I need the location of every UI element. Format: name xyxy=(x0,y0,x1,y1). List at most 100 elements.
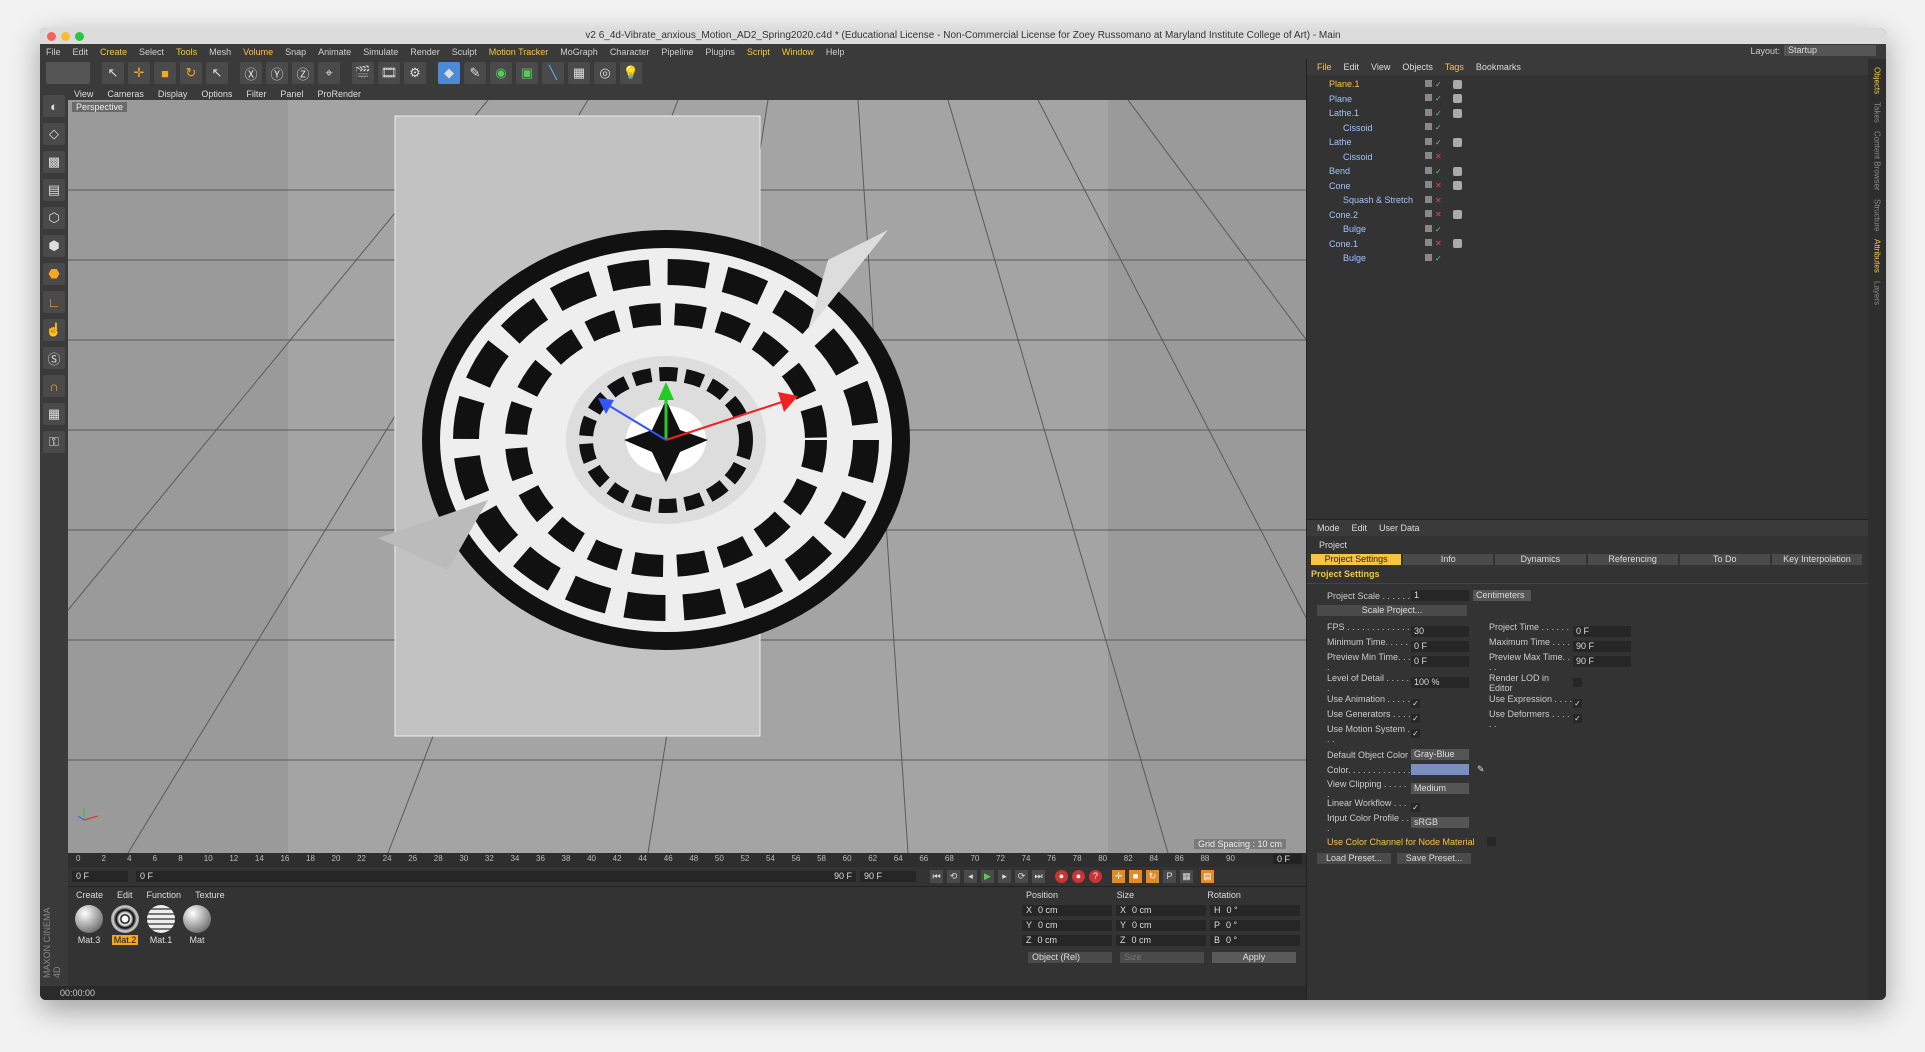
lock-workplane-icon[interactable]: ⚿ xyxy=(43,431,65,453)
grid-icon[interactable]: ▦ xyxy=(43,403,65,425)
y-axis-icon[interactable]: Ⓨ xyxy=(266,62,288,84)
workplane-icon[interactable]: ▤ xyxy=(43,179,65,201)
object-menu-bookmarks[interactable]: Bookmarks xyxy=(1476,62,1521,72)
maximum-time-field[interactable]: 90 F xyxy=(1573,641,1631,652)
keyframe-selection-icon[interactable]: ? xyxy=(1089,869,1102,883)
object-row[interactable]: Cissoid ✓ xyxy=(1317,121,1868,136)
step-forward-icon[interactable]: ▸ xyxy=(998,869,1011,883)
record-scale-icon[interactable]: ■ xyxy=(1129,869,1142,883)
tab-project-settings[interactable]: Project Settings xyxy=(1311,554,1402,565)
points-mode-icon[interactable]: ⬡ xyxy=(43,207,65,229)
zoom-window-button[interactable] xyxy=(75,32,84,41)
menu-item-volume[interactable]: Volume xyxy=(243,47,273,57)
layer-swatch[interactable] xyxy=(1425,94,1432,102)
viewport-3d[interactable]: Perspective Grid Spacing : 10 cm xyxy=(68,100,1306,853)
tweak-icon[interactable]: ☝ xyxy=(43,319,65,341)
linear-workflow-checkbox[interactable]: ✓ xyxy=(1411,803,1420,812)
eyedropper-icon[interactable]: ✎ xyxy=(1477,764,1485,775)
current-frame-field[interactable]: 0 F xyxy=(1272,854,1302,864)
menu-item-script[interactable]: Script xyxy=(747,47,770,57)
material-tag-icon[interactable] xyxy=(1453,181,1462,191)
object-row[interactable]: Cissoid ✕ xyxy=(1317,150,1868,165)
tab-referencing[interactable]: Referencing xyxy=(1587,554,1678,565)
object-menu-edit[interactable]: Edit xyxy=(1344,62,1360,72)
menu-item-file[interactable]: File xyxy=(46,47,61,57)
layer-swatch[interactable] xyxy=(1425,195,1432,203)
record-pla-icon[interactable]: ▦ xyxy=(1180,869,1193,883)
menu-item-tools[interactable]: Tools xyxy=(176,47,197,57)
material-item[interactable]: Mat.1 xyxy=(146,905,176,945)
layer-swatch[interactable] xyxy=(1425,253,1432,261)
object-row[interactable]: Lathe ✓ xyxy=(1317,135,1868,150)
object-row[interactable]: Cone.1 ✕ xyxy=(1317,237,1868,252)
object-row[interactable]: Plane.1 ✓ xyxy=(1317,77,1868,92)
layer-swatch[interactable] xyxy=(1425,224,1432,232)
fps-field[interactable]: 30 xyxy=(1411,626,1469,637)
minimum-time-field[interactable]: 0 F xyxy=(1411,641,1469,652)
side-tab-structure[interactable]: Structure xyxy=(1873,199,1882,231)
record-position-icon[interactable]: ✛ xyxy=(1112,869,1125,883)
size-mode-dropdown[interactable]: Size xyxy=(1120,952,1204,963)
layer-swatch[interactable] xyxy=(1425,79,1432,87)
layer-swatch[interactable] xyxy=(1425,239,1432,247)
material-tag-icon[interactable] xyxy=(1453,210,1462,220)
menu-item-plugins[interactable]: Plugins xyxy=(705,47,735,57)
object-row[interactable]: Bend ✓ xyxy=(1317,164,1868,179)
scheme-settings-icon[interactable]: ▤ xyxy=(1201,869,1214,883)
disabled-x-icon[interactable]: ✕ xyxy=(1435,181,1442,190)
layer-swatch[interactable] xyxy=(1425,181,1432,189)
view-clipping-dropdown[interactable]: Medium xyxy=(1411,783,1469,794)
viewport-menu-display[interactable]: Display xyxy=(158,89,188,99)
material-menu-texture[interactable]: Texture xyxy=(195,890,225,900)
lod-field[interactable]: 100 % xyxy=(1411,677,1469,688)
default-object-color-dropdown[interactable]: Gray-Blue xyxy=(1411,749,1469,760)
autokey-icon[interactable]: ● xyxy=(1072,869,1085,883)
viewport-menu-cameras[interactable]: Cameras xyxy=(107,89,144,99)
input-color-profile-dropdown[interactable]: sRGB xyxy=(1411,817,1469,828)
material-tag-icon[interactable] xyxy=(1453,166,1462,176)
material-tag-icon[interactable] xyxy=(1453,239,1462,249)
object-row[interactable]: Bulge ✓ xyxy=(1317,222,1868,237)
side-tab-objects[interactable]: Objects xyxy=(1873,67,1882,94)
close-window-button[interactable] xyxy=(47,32,56,41)
material-item[interactable]: Mat.3 xyxy=(74,905,104,945)
size-x-field[interactable]: X 0 cm xyxy=(1116,905,1206,916)
object-row[interactable]: Lathe.1 ✓ xyxy=(1317,106,1868,121)
enabled-check-icon[interactable]: ✓ xyxy=(1435,109,1442,118)
menu-item-mograph[interactable]: MoGraph xyxy=(560,47,598,57)
tab-to-do[interactable]: To Do xyxy=(1679,554,1770,565)
enabled-check-icon[interactable]: ✓ xyxy=(1435,123,1442,132)
viewport-menu-filter[interactable]: Filter xyxy=(246,89,266,99)
object-row[interactable]: Cone.2 ✕ xyxy=(1317,208,1868,223)
disabled-x-icon[interactable]: ✕ xyxy=(1435,152,1442,161)
move-tool-icon[interactable]: ✛ xyxy=(128,62,150,84)
cube-icon[interactable]: ◆ xyxy=(438,62,460,84)
project-scale-field[interactable]: 1 xyxy=(1411,590,1469,601)
render-settings-icon[interactable]: ⚙ xyxy=(404,62,426,84)
render-view-icon[interactable]: 🎬 xyxy=(352,62,374,84)
model-mode-icon[interactable]: ◇ xyxy=(43,123,65,145)
material-menu-function[interactable]: Function xyxy=(147,890,182,900)
end-frame-field[interactable]: 90 F xyxy=(860,870,916,882)
magnet-icon[interactable]: ∩ xyxy=(43,375,65,397)
layer-swatch[interactable] xyxy=(1425,137,1432,145)
material-tag-icon[interactable] xyxy=(1453,137,1462,147)
side-tab-layers[interactable]: Layers xyxy=(1873,281,1882,305)
position-x-field[interactable]: X 0 cm xyxy=(1022,905,1112,916)
menu-item-simulate[interactable]: Simulate xyxy=(363,47,398,57)
disabled-x-icon[interactable]: ✕ xyxy=(1435,210,1442,219)
axis-mode-icon[interactable]: ∟ xyxy=(43,291,65,313)
menu-item-select[interactable]: Select xyxy=(139,47,164,57)
time-range-slider[interactable]: 0 F 90 F xyxy=(136,870,856,882)
node-material-checkbox[interactable] xyxy=(1487,837,1496,846)
render-lod-checkbox[interactable] xyxy=(1573,678,1582,687)
object-row[interactable]: Cone ✕ xyxy=(1317,179,1868,194)
material-tag-icon[interactable] xyxy=(1453,94,1462,104)
record-keys-icon[interactable]: ● xyxy=(1055,869,1068,883)
menu-item-motion-tracker[interactable]: Motion Tracker xyxy=(489,47,549,57)
light-icon[interactable]: 💡 xyxy=(620,62,642,84)
subdivision-icon[interactable]: ◉ xyxy=(490,62,512,84)
viewport-menu-view[interactable]: View xyxy=(74,89,93,99)
minimize-window-button[interactable] xyxy=(61,32,70,41)
position-y-field[interactable]: Y 0 cm xyxy=(1022,920,1112,931)
